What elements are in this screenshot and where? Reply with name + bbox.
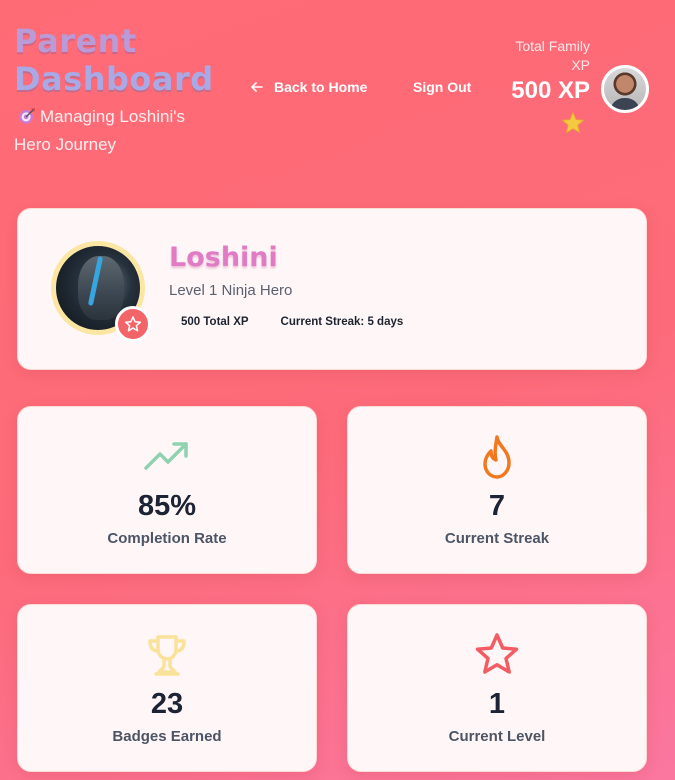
star-icon: [475, 633, 519, 674]
title-line-2: Dashboard: [14, 60, 214, 98]
arrow-left-icon: [251, 82, 263, 92]
star-icon: [561, 111, 585, 134]
avatar-shirt: [610, 98, 640, 110]
star-outline-icon: [124, 316, 142, 332]
stat-card-completion-rate: 85% Completion Rate: [17, 406, 317, 574]
trending-up-icon: [144, 442, 188, 470]
flame-icon: [483, 435, 511, 479]
stat-value: 85%: [137, 490, 197, 522]
header: Parent Dashboard Managing Loshini's Hero…: [0, 0, 675, 200]
stat-label: Completion Rate: [107, 530, 227, 547]
sign-out-button[interactable]: Sign Out: [413, 79, 471, 95]
stat-label: Current Level: [448, 728, 546, 745]
stat-card-current-streak: 7 Current Streak: [347, 406, 647, 574]
back-to-home-link[interactable]: Back to Home: [250, 79, 367, 95]
page-title: Parent Dashboard: [14, 22, 214, 98]
stat-value: 23: [150, 688, 184, 720]
hero-current-streak: Current Streak: 5 days: [280, 316, 404, 328]
stat-label: Badges Earned: [112, 728, 222, 745]
stat-value: 1: [488, 688, 506, 720]
target-icon: [19, 108, 35, 124]
hero-level: Level 1 Ninja Hero: [169, 282, 293, 299]
family-xp-value: 500 XP: [511, 77, 590, 104]
stat-card-badges-earned: 23 Badges Earned: [17, 604, 317, 772]
family-xp-label: Total Family XP: [515, 38, 590, 73]
family-xp: Total Family XP 500 XP: [498, 37, 590, 105]
trophy-icon: [148, 635, 186, 676]
level-star-badge: [115, 306, 151, 342]
hero-total-xp: 500 Total XP: [181, 316, 249, 328]
page-subtitle: Managing Loshini's Hero Journey: [14, 103, 214, 159]
title-line-1: Parent: [14, 22, 137, 60]
hero-name: Loshini: [169, 242, 278, 273]
stat-label: Current Streak: [444, 530, 550, 547]
stat-card-current-level: 1 Current Level: [347, 604, 647, 772]
parent-avatar[interactable]: [601, 65, 649, 113]
subtitle-text: Managing Loshini's Hero Journey: [14, 107, 186, 154]
back-to-home-label: Back to Home: [274, 79, 368, 95]
hero-profile-card: Loshini Level 1 Ninja Hero 500 Total XP …: [17, 208, 647, 370]
hero-stats: 500 Total XP Current Streak: 5 days: [181, 316, 403, 328]
stat-value: 7: [488, 490, 506, 522]
